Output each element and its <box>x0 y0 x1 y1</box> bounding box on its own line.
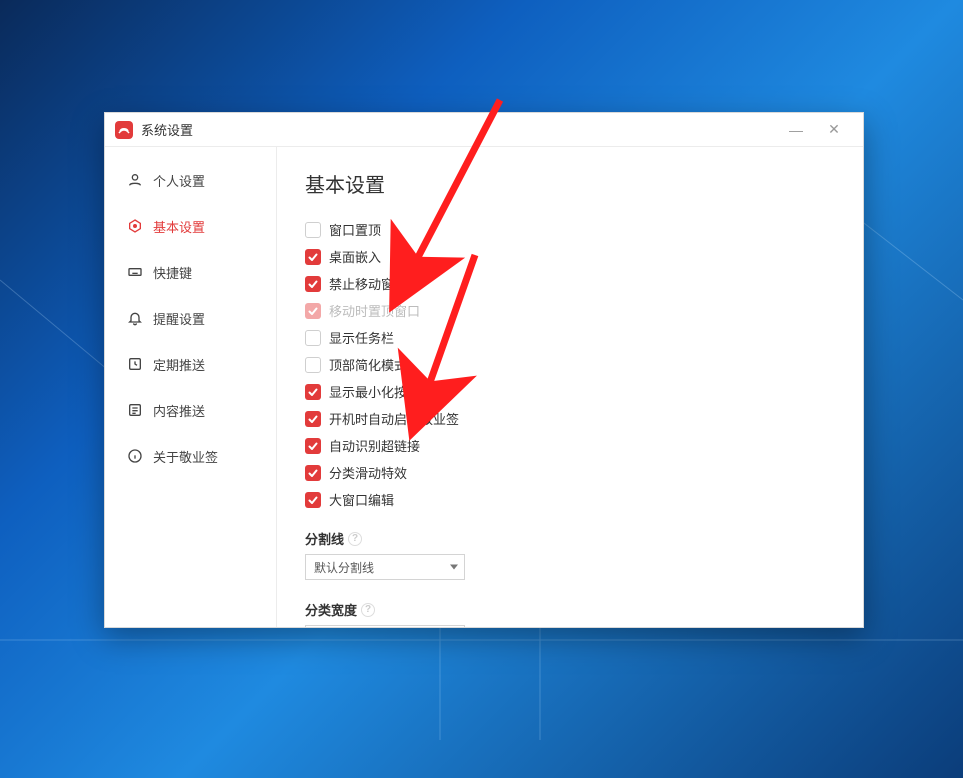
setting-row[interactable]: 窗口置顶 <box>305 220 835 239</box>
sidebar-item-basic[interactable]: 基本设置 <box>105 203 276 249</box>
setting-row[interactable]: 禁止移动窗体 <box>305 274 835 293</box>
clock-box-icon <box>127 356 143 372</box>
checkbox[interactable] <box>305 222 321 238</box>
divider-combo-value: 默认分割线 <box>314 559 374 576</box>
setting-label: 大窗口编辑 <box>329 490 394 509</box>
help-icon[interactable]: ? <box>361 603 375 617</box>
setting-label: 桌面嵌入 <box>329 247 381 266</box>
divider-section-label: 分割线 ? <box>305 529 835 548</box>
sidebar-item-label: 提醒设置 <box>153 309 205 328</box>
checkbox[interactable] <box>305 357 321 373</box>
checkbox[interactable] <box>305 276 321 292</box>
width-label-text: 分类宽度 <box>305 600 357 619</box>
setting-row[interactable]: 显示最小化按钮 <box>305 382 835 401</box>
setting-row[interactable]: 分类滑动特效 <box>305 463 835 482</box>
sidebar-item-about[interactable]: 关于敬业签 <box>105 433 276 479</box>
sidebar-item-label: 个人设置 <box>153 171 205 190</box>
setting-row[interactable]: 开机时自动启动敬业签 <box>305 409 835 428</box>
info-icon <box>127 448 143 464</box>
checkbox[interactable] <box>305 384 321 400</box>
chevron-down-icon <box>450 565 458 570</box>
divider-label-text: 分割线 <box>305 529 344 548</box>
app-icon <box>115 121 133 139</box>
person-icon <box>127 172 143 188</box>
checkbox[interactable] <box>305 465 321 481</box>
setting-label: 自动识别超链接 <box>329 436 420 455</box>
setting-row[interactable]: 顶部简化模式 <box>305 355 835 374</box>
checkbox[interactable] <box>305 249 321 265</box>
sidebar-item-schedule[interactable]: 定期推送 <box>105 341 276 387</box>
sidebar-item-label: 关于敬业签 <box>153 447 218 466</box>
checkbox[interactable] <box>305 411 321 427</box>
checkbox[interactable] <box>305 492 321 508</box>
sidebar-item-personal[interactable]: 个人设置 <box>105 157 276 203</box>
help-icon[interactable]: ? <box>348 532 362 546</box>
sidebar-item-label: 定期推送 <box>153 355 205 374</box>
page-title: 基本设置 <box>305 169 835 198</box>
setting-label: 顶部简化模式 <box>329 355 407 374</box>
doc-box-icon <box>127 402 143 418</box>
minimize-button[interactable]: — <box>777 113 815 147</box>
setting-label: 窗口置顶 <box>329 220 381 239</box>
width-combo[interactable]: 小（27px） <box>305 625 465 627</box>
keyboard-icon <box>127 264 143 280</box>
sidebar: 个人设置 基本设置 快捷键 提醒设置 <box>105 147 277 627</box>
hex-icon <box>127 218 143 234</box>
content-panel: 基本设置 窗口置顶桌面嵌入禁止移动窗体移动时置顶窗口显示任务栏顶部简化模式显示最… <box>277 147 863 627</box>
sidebar-item-content[interactable]: 内容推送 <box>105 387 276 433</box>
divider-combo[interactable]: 默认分割线 <box>305 554 465 580</box>
setting-row[interactable]: 显示任务栏 <box>305 328 835 347</box>
close-button[interactable]: ✕ <box>815 113 853 147</box>
sidebar-item-label: 基本设置 <box>153 217 205 236</box>
setting-label: 显示最小化按钮 <box>329 382 420 401</box>
setting-row[interactable]: 移动时置顶窗口 <box>305 301 835 320</box>
sidebar-item-label: 内容推送 <box>153 401 205 420</box>
window-title: 系统设置 <box>141 120 193 139</box>
setting-row[interactable]: 桌面嵌入 <box>305 247 835 266</box>
checkbox[interactable] <box>305 303 321 319</box>
setting-label: 显示任务栏 <box>329 328 394 347</box>
sidebar-item-label: 快捷键 <box>153 263 192 282</box>
setting-row[interactable]: 自动识别超链接 <box>305 436 835 455</box>
setting-label: 禁止移动窗体 <box>329 274 407 293</box>
setting-row[interactable]: 大窗口编辑 <box>305 490 835 509</box>
setting-label: 开机时自动启动敬业签 <box>329 409 459 428</box>
setting-label: 移动时置顶窗口 <box>329 301 420 320</box>
width-section-label: 分类宽度 ? <box>305 600 835 619</box>
checkbox[interactable] <box>305 330 321 346</box>
titlebar[interactable]: 系统设置 — ✕ <box>105 113 863 147</box>
bell-icon <box>127 310 143 326</box>
checkbox[interactable] <box>305 438 321 454</box>
sidebar-item-reminder[interactable]: 提醒设置 <box>105 295 276 341</box>
sidebar-item-shortcut[interactable]: 快捷键 <box>105 249 276 295</box>
setting-label: 分类滑动特效 <box>329 463 407 482</box>
settings-window: 系统设置 — ✕ 个人设置 基本设置 快捷键 <box>104 112 864 628</box>
